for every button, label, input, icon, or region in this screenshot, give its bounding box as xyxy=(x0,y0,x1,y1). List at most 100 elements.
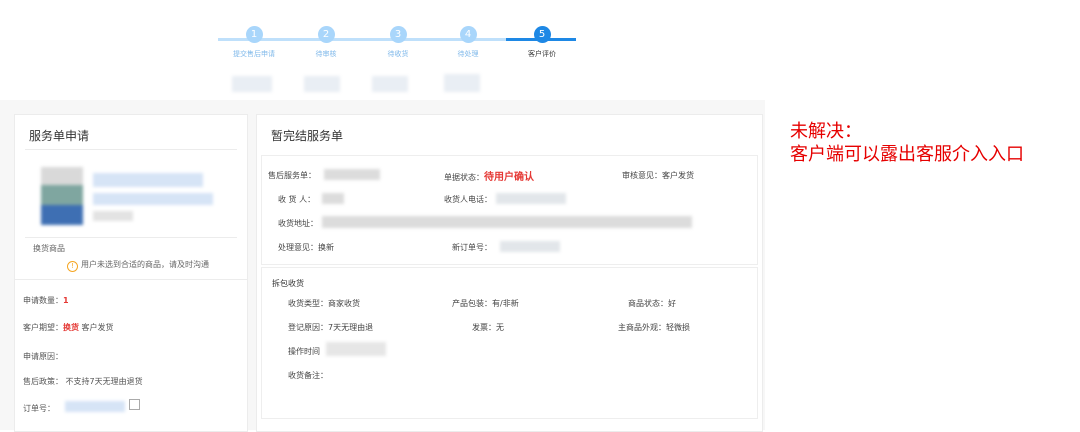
step-4: 4 待处理 xyxy=(428,26,508,59)
field-value: 好 xyxy=(668,299,676,308)
warning-text: 用户未选到合适的商品，请及时沟通 xyxy=(81,260,209,269)
field-label: 申请原因： xyxy=(23,352,63,361)
field-label: 售后政策： xyxy=(23,377,63,386)
field-label: 审核意见： xyxy=(622,171,662,180)
step-number: 3 xyxy=(389,26,407,43)
appearance-field: 主商品外观：轻微损 xyxy=(618,322,690,333)
step-label: 提交售后申请 xyxy=(233,50,275,58)
progress-steps: 1 提交售后申请 2 待审核 3 待收货 4 待处理 5 客户评价 xyxy=(0,0,765,100)
step-number: 2 xyxy=(317,26,335,43)
apply-quantity: 申请数量：1 xyxy=(23,295,69,306)
field-label: 收 货 人： xyxy=(278,195,316,204)
service-application-card: 服务单申请 换货商品 ! 用户未选到合适的商品，请及时沟通 申请数量：1 客户期望… xyxy=(14,114,248,432)
address-field: 收货地址： xyxy=(278,218,318,229)
field-value: 换货 xyxy=(63,323,79,332)
redacted-block xyxy=(232,76,272,92)
goods-state-field: 商品状态：好 xyxy=(628,298,676,309)
field-value: 换新 xyxy=(318,243,334,252)
handle-opinion-field: 处理意见：换新 xyxy=(278,242,334,253)
card-title: 暂完结服务单 xyxy=(271,129,344,143)
packaging-field: 产品包装：有/非新 xyxy=(452,298,519,309)
step-1: 1 提交售后申请 xyxy=(214,26,294,59)
receiver-field: 收 货 人： xyxy=(278,194,315,205)
field-label: 订单号： xyxy=(23,404,55,413)
step-2: 2 待审核 xyxy=(286,26,366,59)
field-value: 有/非新 xyxy=(492,299,519,308)
redacted-receiver xyxy=(322,193,344,204)
field-label: 操作时间 xyxy=(288,347,320,356)
redacted-product-name xyxy=(93,173,203,187)
copy-icon[interactable] xyxy=(129,399,140,410)
field-label: 客户期望： xyxy=(23,323,63,332)
redacted-service-no xyxy=(324,169,380,180)
redacted-phone xyxy=(496,193,566,204)
redacted-block xyxy=(372,76,408,92)
annotation-line: 未解决： xyxy=(790,121,862,142)
field-label: 登记原因： xyxy=(288,323,328,332)
field-value: 客户发货 xyxy=(81,323,114,332)
receipt-type-field: 收货类型：商家收货 xyxy=(288,298,360,309)
service-order-card: 暂完结服务单 售后服务单： 单据状态：待用户确认 审核意见：客户发货 收 货 人… xyxy=(256,114,763,432)
invoice-field: 发票：无 xyxy=(472,322,504,333)
field-label: 产品包装： xyxy=(452,299,492,308)
order-number[interactable]: 订单号： xyxy=(23,403,55,414)
field-value: 无 xyxy=(496,323,504,332)
field-label: 处理意见： xyxy=(278,243,318,252)
field-label: 收货类型： xyxy=(288,299,328,308)
field-label: 收货地址： xyxy=(278,219,318,228)
warning-message: ! 用户未选到合适的商品，请及时沟通 xyxy=(67,259,209,272)
field-label: 商品状态： xyxy=(628,299,668,308)
field-label: 新订单号： xyxy=(452,243,492,252)
receipt-note-field: 收货备注： xyxy=(288,370,328,381)
redacted-address xyxy=(322,216,692,228)
redacted-order-number xyxy=(65,401,125,412)
receiver-phone-field: 收货人电话： xyxy=(444,194,492,205)
swap-goods-label: 换货商品 xyxy=(33,244,65,253)
step-label: 客户评价 xyxy=(528,50,556,58)
step-5-current: 5 客户评价 xyxy=(502,26,582,59)
order-info-section: 售后服务单： 单据状态：待用户确认 审核意见：客户发货 收 货 人： 收货人电话… xyxy=(261,155,758,265)
redacted-operation-time xyxy=(326,342,386,356)
redacted-product-name xyxy=(93,193,213,205)
unpack-receipt-section: 拆包收货 收货类型：商家收货 产品包装：有/非新 商品状态：好 登记原因：7天无… xyxy=(261,267,758,419)
step-3: 3 待收货 xyxy=(358,26,438,59)
field-label: 单据状态： xyxy=(444,173,484,182)
redacted-block xyxy=(444,74,480,92)
step-number: 4 xyxy=(459,26,477,43)
step-number: 1 xyxy=(245,26,263,43)
field-value: 7天无理由退 xyxy=(328,323,374,332)
step-number: 5 xyxy=(533,26,551,43)
apply-reason: 申请原因： xyxy=(23,351,63,362)
divider xyxy=(25,237,237,238)
field-value: 客户发货 xyxy=(662,171,694,180)
annotation-line: 客户端可以露出客服介入入口 xyxy=(790,144,1024,165)
order-status-field: 单据状态：待用户确认 xyxy=(444,168,534,183)
divider xyxy=(25,149,237,150)
field-label: 收货人电话： xyxy=(444,195,492,204)
field-label: 售后服务单： xyxy=(268,171,316,180)
field-label: 主商品外观： xyxy=(618,323,666,332)
field-value: 不支持7天无理由退货 xyxy=(65,377,143,386)
field-label: 申请数量： xyxy=(23,296,63,305)
audit-opinion-field: 审核意见：客户发货 xyxy=(622,170,694,181)
product-image xyxy=(41,167,83,225)
field-value: 1 xyxy=(63,296,69,305)
after-sale-policy: 售后政策： 不支持7天无理由退货 xyxy=(23,376,143,387)
step-label: 待收货 xyxy=(387,50,409,58)
step-label: 待处理 xyxy=(457,50,479,58)
section-title: 拆包收货 xyxy=(272,279,304,288)
customer-expectation: 客户期望：换货 客户发货 xyxy=(23,322,114,333)
service-no-field: 售后服务单： xyxy=(268,170,316,181)
card-title: 服务单申请 xyxy=(29,129,90,143)
page-background: 1 提交售后申请 2 待审核 3 待收货 4 待处理 5 客户评价 服务单申请 xyxy=(0,0,765,432)
step-label: 待审核 xyxy=(315,50,337,58)
operation-time-field: 操作时间 xyxy=(288,346,320,357)
field-label: 发票： xyxy=(472,323,496,332)
redacted-block xyxy=(304,76,340,92)
divider xyxy=(15,279,247,280)
review-annotation: 未解决： 客户端可以露出客服介入入口 xyxy=(790,120,1024,166)
register-reason-field: 登记原因：7天无理由退 xyxy=(288,322,373,333)
new-order-field: 新订单号： xyxy=(452,242,492,253)
redacted-product-spec xyxy=(93,211,133,221)
field-value: 商家收货 xyxy=(328,299,360,308)
